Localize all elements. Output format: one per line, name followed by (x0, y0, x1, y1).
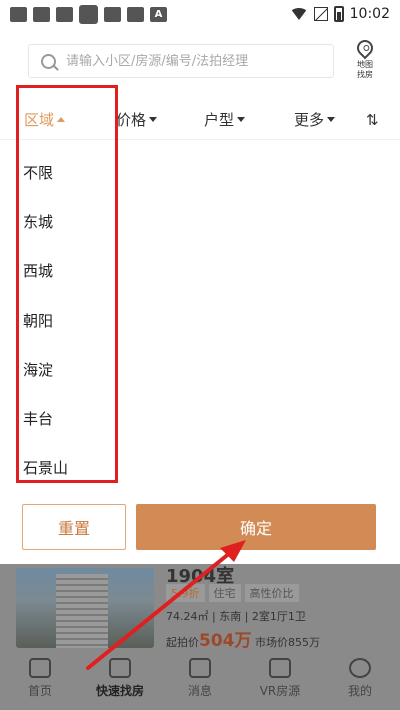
tag: 住宅 (208, 584, 241, 602)
a-icon: A (150, 6, 167, 22)
nav-label: 消息 (187, 684, 212, 698)
printer-icon (33, 6, 50, 22)
clock: 10:02 (349, 6, 390, 22)
filter-tab-label: 户型 (204, 111, 235, 129)
nav-messages[interactable]: 消息 (160, 654, 240, 710)
start-price-label: 起拍价 (166, 636, 199, 649)
start-price: 504万 (199, 631, 252, 651)
filter-tab-region[interactable]: 区域 (24, 109, 66, 130)
region-dropdown: 不限 东城 西城 朝阳 海淀 丰台 石景山 (0, 146, 400, 490)
nav-label: 我的 (347, 684, 372, 698)
filter-tab-label: 更多 (294, 111, 325, 129)
listing-tags: 5.9折 住宅 高性价比 (166, 584, 299, 602)
profile-icon (349, 658, 371, 678)
nav-label: 首页 (27, 684, 52, 698)
video-icon (269, 658, 291, 678)
wifi-icon (289, 8, 308, 20)
search-box[interactable] (28, 44, 334, 78)
tag: 5.9折 (166, 584, 205, 602)
listing-area: 74.24㎡ (166, 610, 209, 623)
home-icon (29, 658, 51, 678)
notification-icons: A (10, 4, 167, 24)
filter-tab-label: 区域 (24, 111, 55, 129)
search-icon (41, 53, 56, 69)
map-search-button[interactable]: 地图 找房 (348, 36, 382, 88)
nav-profile[interactable]: 我的 (320, 654, 400, 710)
listing-photo (16, 568, 154, 648)
map-button-line2: 找房 (357, 70, 373, 79)
nav-home[interactable]: 首页 (0, 654, 80, 710)
market-price: 市场价855万 (255, 636, 320, 649)
filter-tab-price[interactable]: 价格 (116, 109, 158, 130)
search-input[interactable] (66, 53, 306, 69)
region-item[interactable]: 石景山 (23, 457, 68, 478)
bottom-nav: 首页 快速找房 消息 VR房源 我的 (0, 654, 400, 710)
caret-down-icon (327, 117, 336, 122)
filter-tab-layout[interactable]: 户型 (204, 109, 246, 130)
region-item[interactable]: 海淀 (23, 359, 53, 380)
caret-down-icon (237, 117, 246, 122)
map-button-line1: 地图 (357, 60, 373, 69)
status-bar: A 10:02 (0, 0, 400, 28)
nav-label: 快速找房 (95, 684, 144, 698)
filter-bar: 区域 价格 户型 更多 ⇅ (0, 100, 400, 140)
listing-specs: 74.24㎡ | 东南 | 2室1厅1卫 (166, 610, 306, 623)
map-pin-icon (353, 36, 377, 60)
printer-icon-3 (104, 6, 121, 22)
filter-tab-label: 价格 (116, 111, 147, 129)
app-icon (79, 4, 98, 24)
nav-quick-search[interactable]: 快速找房 (80, 654, 160, 710)
signal-icon (313, 7, 328, 21)
lightning-icon (109, 658, 131, 678)
region-item[interactable]: 西城 (23, 260, 53, 281)
confirm-button[interactable]: 确定 (136, 504, 376, 550)
listing-layout: 2室1厅1卫 (251, 610, 306, 623)
region-item[interactable]: 丰台 (23, 408, 53, 429)
sort-icon[interactable]: ⇅ (366, 111, 379, 129)
region-item[interactable]: 不限 (23, 162, 53, 183)
filter-tab-more[interactable]: 更多 (294, 109, 336, 130)
region-item[interactable]: 东城 (23, 211, 53, 232)
action-bar: 重置 确定 (0, 490, 400, 564)
printer-icon-4 (127, 6, 144, 22)
caret-up-icon (57, 117, 66, 122)
nav-label: VR房源 (259, 684, 301, 698)
message-icon (189, 658, 211, 678)
listing-orientation: 东南 (219, 610, 242, 623)
system-icons: 10:02 (289, 6, 390, 22)
battery-icon (333, 6, 344, 22)
listing-price: 起拍价504万 市场价855万 (166, 626, 320, 651)
nav-vr[interactable]: VR房源 (240, 654, 320, 710)
printer-icon-2 (56, 6, 73, 22)
image-icon (10, 6, 27, 22)
building-image (56, 574, 108, 648)
reset-button[interactable]: 重置 (22, 504, 126, 550)
region-item[interactable]: 朝阳 (23, 310, 53, 331)
caret-down-icon (149, 117, 158, 122)
tag: 高性价比 (244, 584, 299, 602)
search-row: 地图 找房 (0, 36, 400, 88)
